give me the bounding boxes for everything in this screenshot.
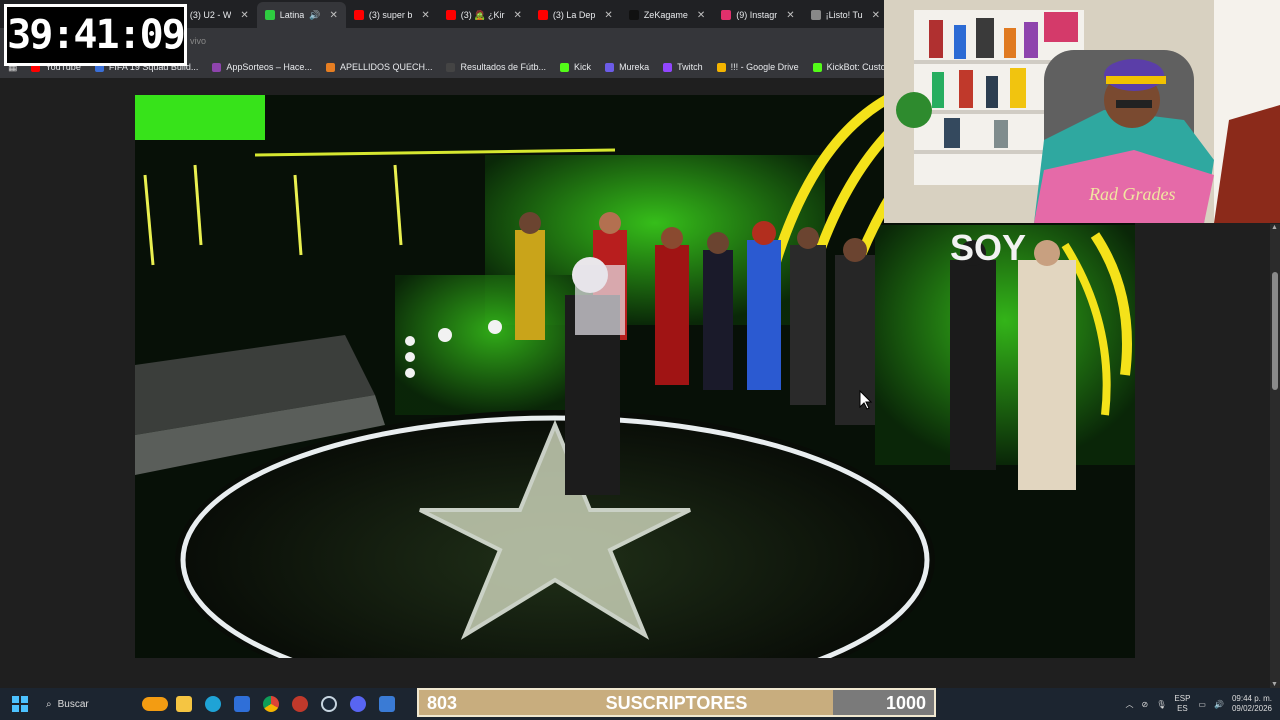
tab-favicon-icon xyxy=(721,10,732,20)
search-placeholder: Buscar xyxy=(57,698,89,710)
store-icon[interactable] xyxy=(227,688,256,720)
browser-tab[interactable]: (9) Instagr ✕ xyxy=(713,2,802,28)
discord-icon[interactable] xyxy=(343,688,372,720)
tab-title: Latina xyxy=(279,10,305,20)
tab-close-icon[interactable]: ✕ xyxy=(786,10,794,21)
tab-favicon-icon xyxy=(264,10,275,20)
app-red-icon[interactable] xyxy=(285,688,314,720)
bookmark-label: !!! - Google Drive xyxy=(730,62,799,72)
subscriber-goal-bar: SUSCRIPTORES 803 1000 xyxy=(417,688,936,717)
tray-chevron-icon[interactable]: ︿ xyxy=(1126,699,1134,710)
tab-favicon-icon xyxy=(628,10,639,20)
taskbar-search[interactable]: ⌕ Buscar xyxy=(40,692,140,716)
search-icon: ⌕ xyxy=(46,698,52,710)
bookmark-favicon-icon xyxy=(560,62,570,72)
bookmark-favicon-icon xyxy=(716,62,726,72)
tab-close-icon[interactable]: ✕ xyxy=(329,10,337,21)
bookmark-item[interactable]: Resultados de Fútb... xyxy=(446,62,546,72)
language-indicator[interactable]: ESP ES xyxy=(1174,694,1190,714)
start-button[interactable] xyxy=(0,688,40,720)
app-blue-icon[interactable] xyxy=(372,688,401,720)
scroll-down-arrow-icon[interactable]: ▼ xyxy=(1271,681,1278,688)
bookmark-label: Mureka xyxy=(619,62,650,72)
microphone-icon[interactable]: 🎙 xyxy=(1156,700,1166,709)
bookmark-favicon-icon xyxy=(212,62,222,72)
webcam-frame: Rad Grades xyxy=(884,0,1280,223)
network-icon[interactable]: ⊘ xyxy=(1142,700,1149,709)
tab-favicon-icon xyxy=(445,10,456,20)
bookmark-favicon-icon xyxy=(605,62,615,72)
tab-title: ZeKagame xyxy=(643,10,688,20)
browser-tab[interactable]: ZeKagame ✕ xyxy=(621,2,713,28)
tab-favicon-icon xyxy=(353,10,364,20)
bookmark-item[interactable]: Twitch xyxy=(663,62,703,72)
bookmark-item[interactable]: AppSorteos – Hace... xyxy=(212,62,312,72)
browser-tab[interactable]: (3) La Dep ✕ xyxy=(530,2,621,28)
video-overlay-text: SOY xyxy=(950,227,1026,268)
subscriber-label: SUSCRIPTORES xyxy=(605,693,748,713)
steam-icon[interactable] xyxy=(314,688,343,720)
tab-close-icon[interactable]: ✕ xyxy=(514,10,522,21)
tab-title: (9) Instagr xyxy=(736,10,778,20)
subscriber-current: 803 xyxy=(427,693,458,713)
subscriber-goal: 1000 xyxy=(885,693,926,713)
stream-timer: 39:41:09 xyxy=(4,4,187,66)
lang-bottom: ES xyxy=(1177,704,1188,713)
tab-title: ¡Listo! Tu xyxy=(825,10,863,20)
bookmark-label: AppSorteos – Hace... xyxy=(226,62,312,72)
bookmark-item[interactable]: Mureka xyxy=(605,62,649,72)
browser-tab[interactable]: (3) super b ✕ xyxy=(346,2,438,28)
bookmark-label: Kick xyxy=(574,62,592,72)
webcam-overlay: Rad Grades xyxy=(884,0,1280,223)
display-icon[interactable]: ▭ xyxy=(1198,700,1206,709)
lang-top: ESP xyxy=(1174,694,1191,703)
browser-tab[interactable]: ¡Listo! Tu ✕ xyxy=(803,2,888,28)
scrollbar-thumb[interactable] xyxy=(1272,272,1278,390)
bookmark-favicon-icon xyxy=(812,62,822,72)
tab-close-icon[interactable]: ✕ xyxy=(240,10,248,21)
svg-text:Rad Grades: Rad Grades xyxy=(1088,184,1176,204)
browser-tab[interactable]: (3) 🧟 ¿Kir ✕ xyxy=(438,2,530,28)
tab-close-icon[interactable]: ✕ xyxy=(604,10,612,21)
bookmark-label: APELLIDOS QUECH... xyxy=(339,62,433,72)
bookmark-item[interactable]: !!! - Google Drive xyxy=(716,62,799,72)
volume-icon[interactable]: 🔊 xyxy=(1214,700,1224,709)
clock[interactable]: 09:44 p. m. 09/02/2026 xyxy=(1232,694,1272,714)
tab-title: (3) U2 - W xyxy=(189,10,232,20)
page-scrollbar[interactable]: ▲ ▼ xyxy=(1270,224,1280,688)
system-tray: ︿ ⊘ 🎙 ESP ES ▭ 🔊 09:44 p. m. 09/02/2026 xyxy=(1126,688,1272,720)
tab-audio-icon[interactable]: 🔊 xyxy=(309,10,320,21)
timer-sub-label: vivo xyxy=(190,36,207,46)
screen: Stream✕The best✕(3) U2 - W✕Latina🔊✕(3) s… xyxy=(0,0,1280,720)
edge-icon[interactable] xyxy=(198,688,227,720)
bookmark-favicon-icon xyxy=(446,62,456,72)
tab-close-icon[interactable]: ✕ xyxy=(421,10,429,21)
clock-date: 09/02/2026 xyxy=(1231,704,1272,713)
bookmark-item[interactable]: APELLIDOS QUECH... xyxy=(325,62,433,72)
windows-logo-icon xyxy=(12,696,28,712)
clock-time: 09:44 p. m. xyxy=(1231,694,1272,703)
tab-favicon-icon xyxy=(537,10,548,20)
scroll-up-arrow-icon[interactable]: ▲ xyxy=(1271,224,1278,231)
tab-title: (3) La Dep xyxy=(552,10,596,20)
bookmark-favicon-icon xyxy=(663,62,673,72)
tab-title: (3) super b xyxy=(368,10,413,20)
tab-title: (3) 🧟 ¿Kir xyxy=(460,9,505,20)
browser-tab[interactable]: Latina 🔊 ✕ xyxy=(256,2,346,28)
bookmark-label: Twitch xyxy=(677,62,703,72)
widgets-icon[interactable] xyxy=(140,688,169,720)
tab-close-icon[interactable]: ✕ xyxy=(872,10,880,21)
chrome-icon[interactable] xyxy=(256,688,285,720)
bookmark-favicon-icon xyxy=(325,62,335,72)
tab-close-icon[interactable]: ✕ xyxy=(697,10,705,21)
tab-favicon-icon xyxy=(810,10,821,20)
bookmark-label: Resultados de Fútb... xyxy=(460,62,547,72)
bookmark-item[interactable]: Kick xyxy=(560,62,591,72)
file-explorer-icon[interactable] xyxy=(169,688,198,720)
